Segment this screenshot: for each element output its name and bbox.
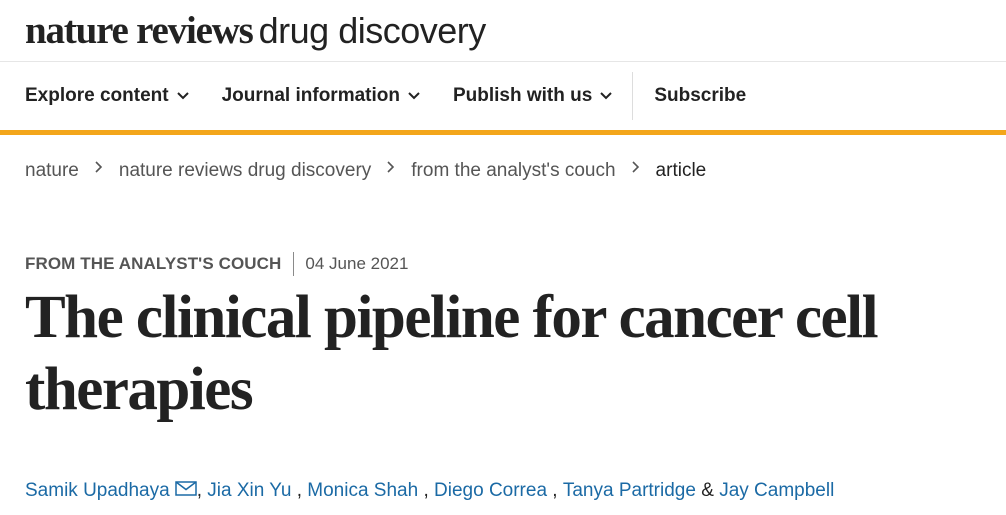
breadcrumb-item-section[interactable]: from the analyst's couch (411, 160, 615, 182)
nav-publish-with-us[interactable]: Publish with us (452, 85, 613, 107)
logo-light-text: drug discovery (258, 10, 487, 51)
author-separator: , (552, 480, 558, 501)
author-link[interactable]: Samik Upadhaya (25, 480, 170, 502)
breadcrumb-item-current: article (655, 160, 707, 181)
breadcrumb: nature nature reviews drug discovery fro… (25, 160, 706, 182)
author-separator: , (296, 480, 302, 501)
chevron-right-icon (387, 161, 395, 173)
nav-explore-content[interactable]: Explore content (25, 85, 189, 107)
breadcrumb-item-journal[interactable]: nature reviews drug discovery (119, 160, 371, 182)
chevron-right-icon (95, 161, 103, 173)
chevron-down-icon (176, 92, 189, 100)
author-link[interactable]: Jay Campbell (719, 480, 834, 502)
author-link[interactable]: Diego Correa (434, 480, 547, 502)
author-ampersand: & (701, 480, 714, 501)
author-separator: , (196, 480, 202, 501)
author-separator: , (423, 480, 429, 501)
chevron-right-icon (631, 161, 640, 173)
site-logo[interactable]: nature reviews drug discovery (25, 8, 486, 53)
article-meta: FROM THE ANALYST'S COUCH 04 June 2021 (25, 252, 408, 276)
chevron-down-icon (408, 92, 420, 100)
chevron-down-icon (600, 92, 613, 100)
author-link[interactable]: Tanya Partridge (563, 480, 696, 502)
breadcrumb-item-nature[interactable]: nature (25, 160, 79, 182)
logo-bold-text: nature reviews (25, 9, 254, 52)
publication-date: 04 June 2021 (305, 254, 409, 273)
author-list: Samik Upadhaya , Jia Xin Yu , Monica Sha… (25, 480, 834, 502)
subscribe-link[interactable]: Subscribe (654, 85, 746, 107)
article-type: FROM THE ANALYST'S COUCH (25, 254, 282, 273)
nav-publish-with-us-label: Publish with us (452, 85, 593, 106)
nav-journal-information[interactable]: Journal information (222, 85, 420, 107)
envelope-icon[interactable] (174, 480, 197, 496)
meta-divider (293, 252, 295, 276)
author-link[interactable]: Monica Shah (307, 480, 418, 502)
nav-divider (632, 72, 634, 120)
nav-explore-content-label: Explore content (25, 85, 169, 106)
nav-journal-information-label: Journal information (221, 85, 400, 106)
masthead: nature reviews drug discovery (0, 0, 1006, 62)
article-title: The clinical pipeline for cancer cell th… (25, 284, 879, 423)
author-link[interactable]: Jia Xin Yu (207, 480, 291, 502)
main-nav: Explore content Journal information Publ… (0, 62, 1006, 135)
